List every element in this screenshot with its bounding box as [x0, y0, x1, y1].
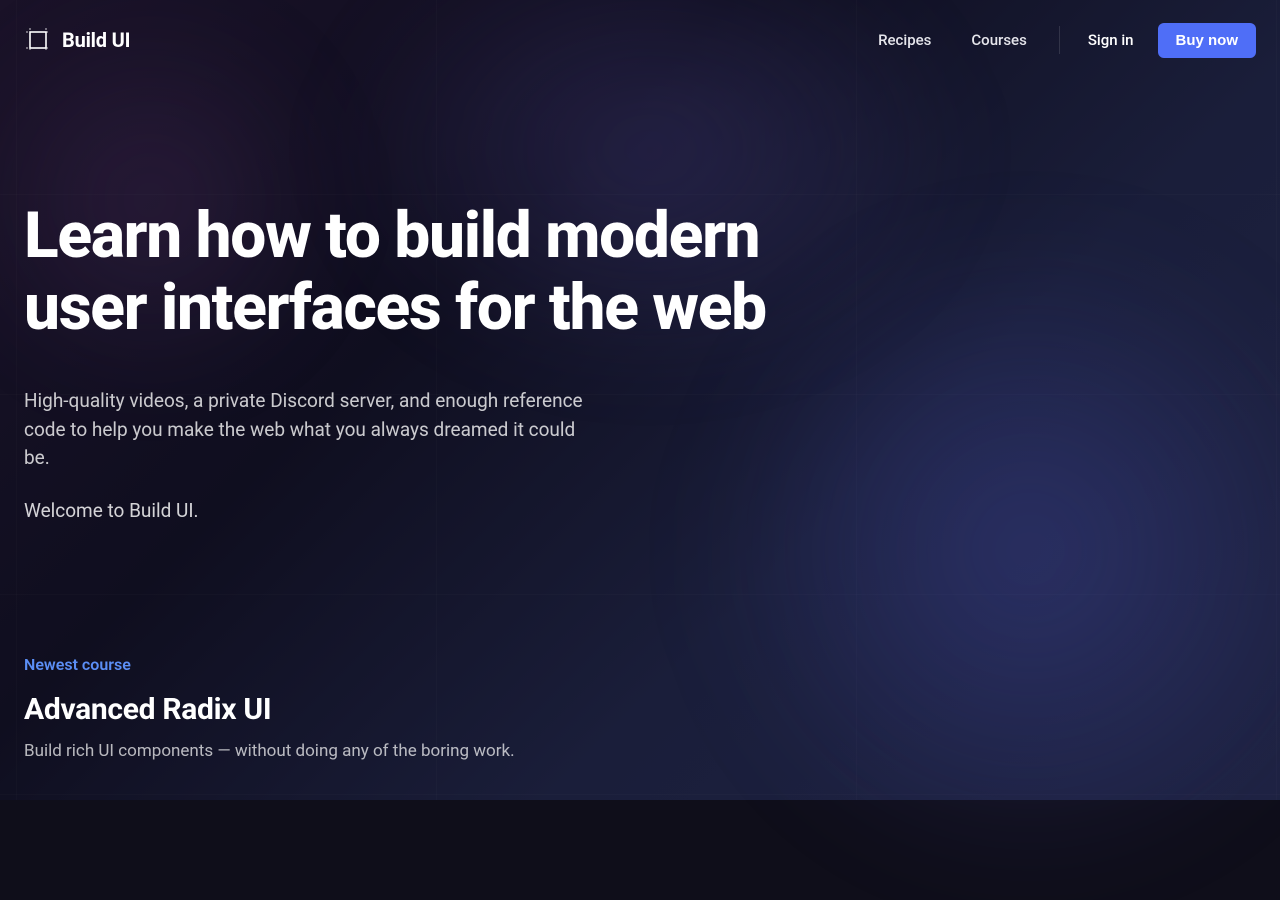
nav-link-courses[interactable]: Courses: [971, 31, 1026, 49]
nav-links: Recipes Courses: [878, 31, 1059, 49]
nav-right: Recipes Courses Sign in Buy now: [878, 23, 1256, 58]
logo-text: Build UI: [62, 28, 130, 52]
newest-course-description: Build rich UI components — without doing…: [24, 741, 624, 761]
header: Build UI Recipes Courses Sign in Buy now: [0, 0, 1280, 80]
hero-welcome: Welcome to Build UI.: [24, 497, 796, 526]
hero-subtitle: High-quality videos, a private Discord s…: [24, 387, 584, 473]
hero-title: Learn how to build modern user interface…: [24, 200, 796, 343]
buy-now-button[interactable]: Buy now: [1158, 23, 1257, 58]
newest-course-title: Advanced Radix UI: [24, 692, 1256, 727]
nav-link-recipes[interactable]: Recipes: [878, 31, 931, 49]
hero-section: Learn how to build modern user interface…: [0, 80, 820, 525]
logo[interactable]: Build UI: [24, 26, 130, 54]
newest-course-section: Newest course Advanced Radix UI Build ri…: [0, 525, 1280, 761]
newest-course-label: Newest course: [24, 655, 1256, 674]
logo-icon: [24, 26, 52, 54]
sign-in-link[interactable]: Sign in: [1088, 31, 1134, 49]
nav-divider: [1059, 26, 1060, 54]
